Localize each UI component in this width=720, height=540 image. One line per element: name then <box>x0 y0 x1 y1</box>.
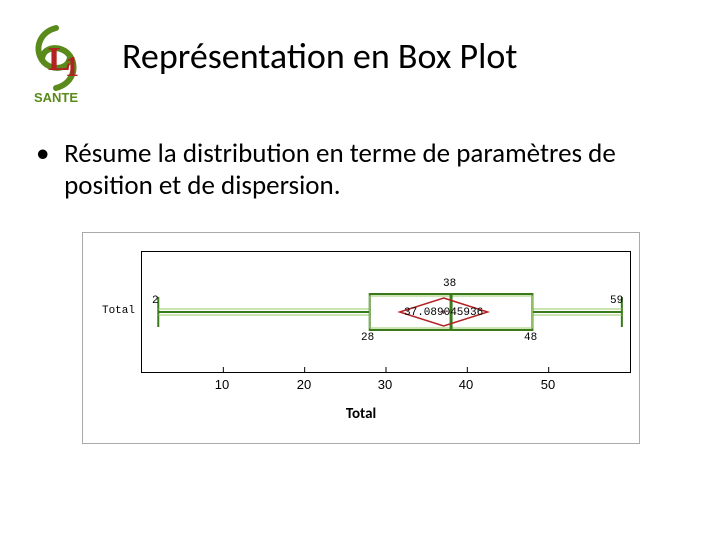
logo-1: 1 <box>65 52 79 83</box>
ann-q1: 28 <box>361 332 374 344</box>
y-axis-label: Total <box>83 305 135 317</box>
ann-q3: 48 <box>524 332 537 344</box>
boxplot-chart: Total <box>82 232 640 444</box>
ann-mean: 37.089045936 <box>404 307 483 319</box>
xtick-30: 30 <box>365 377 405 392</box>
plot-area: 2 59 38 37.089045936 28 48 <box>141 251 631 373</box>
ann-max: 59 <box>610 295 623 307</box>
page-title: Représentation en Box Plot <box>122 34 682 78</box>
xtick-10: 10 <box>202 377 242 392</box>
x-axis-title: Total <box>83 405 639 423</box>
logo-bottom-text: SANTE <box>34 90 78 104</box>
xtick-40: 40 <box>446 377 486 392</box>
slide: L 1 SANTE Représentation en Box Plot • R… <box>0 0 720 540</box>
bullet-dot: • <box>36 138 58 170</box>
bullet-item: • Résume la distribution en terme de par… <box>36 138 676 203</box>
logo: L 1 SANTE <box>20 22 92 104</box>
xtick-20: 20 <box>284 377 324 392</box>
ann-min: 2 <box>152 295 159 307</box>
bullet-text: Résume la distribution en terme de param… <box>64 138 664 203</box>
xtick-50: 50 <box>528 377 568 392</box>
ann-median: 38 <box>443 278 456 290</box>
